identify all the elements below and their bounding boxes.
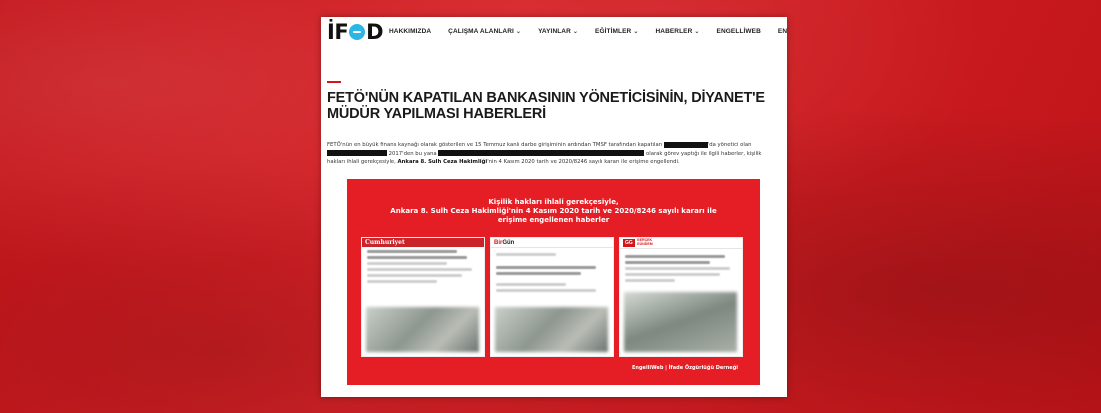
gg-logo-text: GERÇEK GÜNDEM	[637, 239, 653, 246]
news-screenshots: Cumhuriyet BirGün GG GERÇEK GÜNDEM	[361, 237, 743, 357]
gg-text-b: GÜNDEM	[636, 242, 653, 246]
court-name: Ankara 8. Sulh Ceza Hakimliği	[397, 159, 488, 166]
blurred-text	[367, 262, 447, 265]
redaction-block	[438, 150, 645, 157]
banner-line-1: Kişilik hakları ihlali gerekçesiyle,	[488, 198, 619, 206]
gg-logo-badge: GG	[623, 239, 635, 247]
logo-text-right: D	[366, 20, 384, 44]
blurred-text	[367, 268, 472, 271]
site-logo[interactable]: İF D	[327, 20, 384, 44]
birgun-logo: BirGün	[494, 240, 514, 246]
blurred-text	[496, 289, 596, 292]
chevron-down-icon: ⌄	[633, 29, 639, 35]
blurred-text	[625, 273, 720, 276]
banner-line-2: Ankara 8. Sulh Ceza Hakimliği'nin 4 Kası…	[390, 207, 717, 215]
nav-item-2[interactable]: YAYINLAR ⌄	[538, 28, 578, 35]
blocked-news-banner: Kişilik hakları ihlali gerekçesiyle, Ank…	[347, 179, 760, 385]
chevron-down-icon: ⌄	[515, 29, 522, 35]
card-header: BirGün	[491, 238, 613, 248]
main-nav: HAKKIMIZDA ÇALIŞMA ALANLARI ⌄ YAYINLAR ⌄ EĞİT…	[389, 28, 787, 35]
title-accent-bar	[327, 81, 341, 83]
blurred-text	[496, 253, 556, 256]
blurred-headline	[367, 250, 457, 253]
banner-title: Kişilik hakları ihlali gerekçesiyle, Ank…	[347, 198, 760, 225]
blurred-headline	[496, 266, 596, 269]
blurred-headline	[367, 256, 467, 259]
nav-item-label: HABERLER	[655, 28, 693, 35]
cumhuriyet-logo: Cumhuriyet	[365, 239, 405, 246]
blurred-text	[367, 274, 462, 277]
nav-item-0[interactable]: HAKKIMIZDA	[389, 28, 431, 35]
nav-item-3[interactable]: EĞİTİMLER ⌄	[595, 28, 638, 35]
nav-item-label: YAYINLAR	[538, 28, 571, 35]
article-title: FETÖ'NÜN KAPATILAN BANKASININ YÖNETİCİSİ…	[327, 90, 765, 122]
logo-text-left: İF	[327, 20, 349, 44]
blurred-photo	[624, 292, 737, 352]
article-text-3: 2017'den bu yana	[387, 150, 439, 157]
article-text-2: 'da yönetici olan	[707, 142, 752, 148]
blurred-headline	[625, 261, 710, 264]
banner-line-3: erişime engellenen haberler	[497, 216, 610, 224]
blurred-text	[367, 280, 437, 283]
nav-item-label: HAKKIMIZDA	[389, 28, 432, 35]
blurred-headline	[625, 255, 725, 258]
blurred-photo	[366, 307, 479, 352]
birgun-logo-b: Gün	[502, 239, 515, 246]
chevron-down-icon: ⌄	[572, 29, 579, 35]
article-page: İF D HAKKIMIZDA ÇALIŞMA ALANLARI ⌄ YAYINLAR…	[321, 17, 787, 397]
redaction-block	[327, 150, 387, 157]
nav-item-1[interactable]: ÇALIŞMA ALANLARI ⌄	[448, 28, 521, 35]
blurred-headline	[496, 272, 581, 275]
nav-item-4[interactable]: HABERLER ⌄	[655, 28, 699, 35]
news-card-gercekgundem: GG GERÇEK GÜNDEM	[619, 237, 743, 357]
nav-item-label: ENGELLİWEB	[716, 28, 761, 35]
article-text-1: FETÖ'nün en büyük finans kaynağı olarak …	[327, 142, 664, 148]
card-header: GG GERÇEK GÜNDEM	[620, 238, 742, 249]
nav-item-label: ÇALIŞMA ALANLARI	[448, 28, 514, 35]
nav-item-6[interactable]: ENGLISH	[778, 28, 787, 35]
speech-bubble-icon	[349, 24, 366, 40]
blurred-photo	[495, 307, 608, 352]
blurred-text	[625, 279, 675, 282]
banner-credit: EngelliWeb | İfade Özgürlüğü Derneği	[632, 365, 738, 371]
card-header: Cumhuriyet	[362, 238, 484, 247]
blurred-text	[496, 283, 566, 286]
nav-item-label: ENGLISH	[777, 28, 787, 35]
nav-item-5[interactable]: ENGELLİWEB	[717, 28, 761, 35]
news-card-cumhuriyet: Cumhuriyet	[361, 237, 485, 357]
site-header: İF D HAKKIMIZDA ÇALIŞMA ALANLARI ⌄ YAYINLAR…	[321, 17, 787, 51]
blurred-text	[625, 267, 730, 270]
news-card-birgun: BirGün	[490, 237, 614, 357]
chevron-down-icon: ⌄	[694, 29, 700, 35]
article-text-5: 'nin 4 Kasım 2020 tarih ve 2020/8246 say…	[487, 159, 680, 166]
redaction-block	[663, 141, 708, 148]
nav-item-label: EĞİTİMLER	[595, 28, 632, 35]
article-body: FETÖ'nün en büyük finans kaynağı olarak …	[327, 141, 779, 167]
